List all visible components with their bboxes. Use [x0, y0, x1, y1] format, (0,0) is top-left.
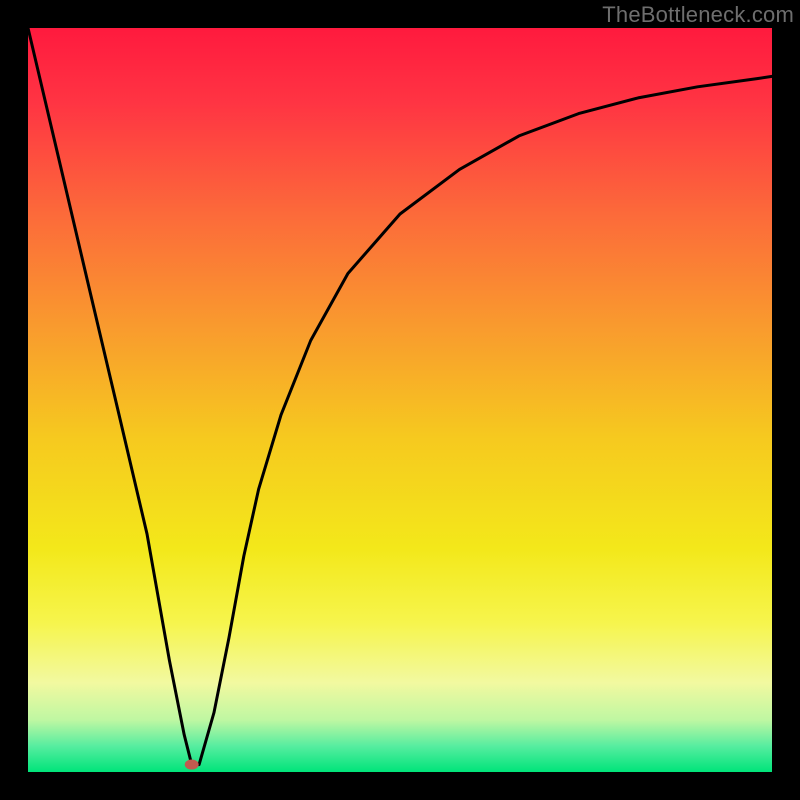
watermark-text: TheBottleneck.com — [602, 2, 794, 28]
heatmap-background — [28, 28, 772, 772]
chart-plot — [28, 28, 772, 772]
chart-frame — [28, 28, 772, 772]
optimum-marker — [185, 760, 199, 770]
